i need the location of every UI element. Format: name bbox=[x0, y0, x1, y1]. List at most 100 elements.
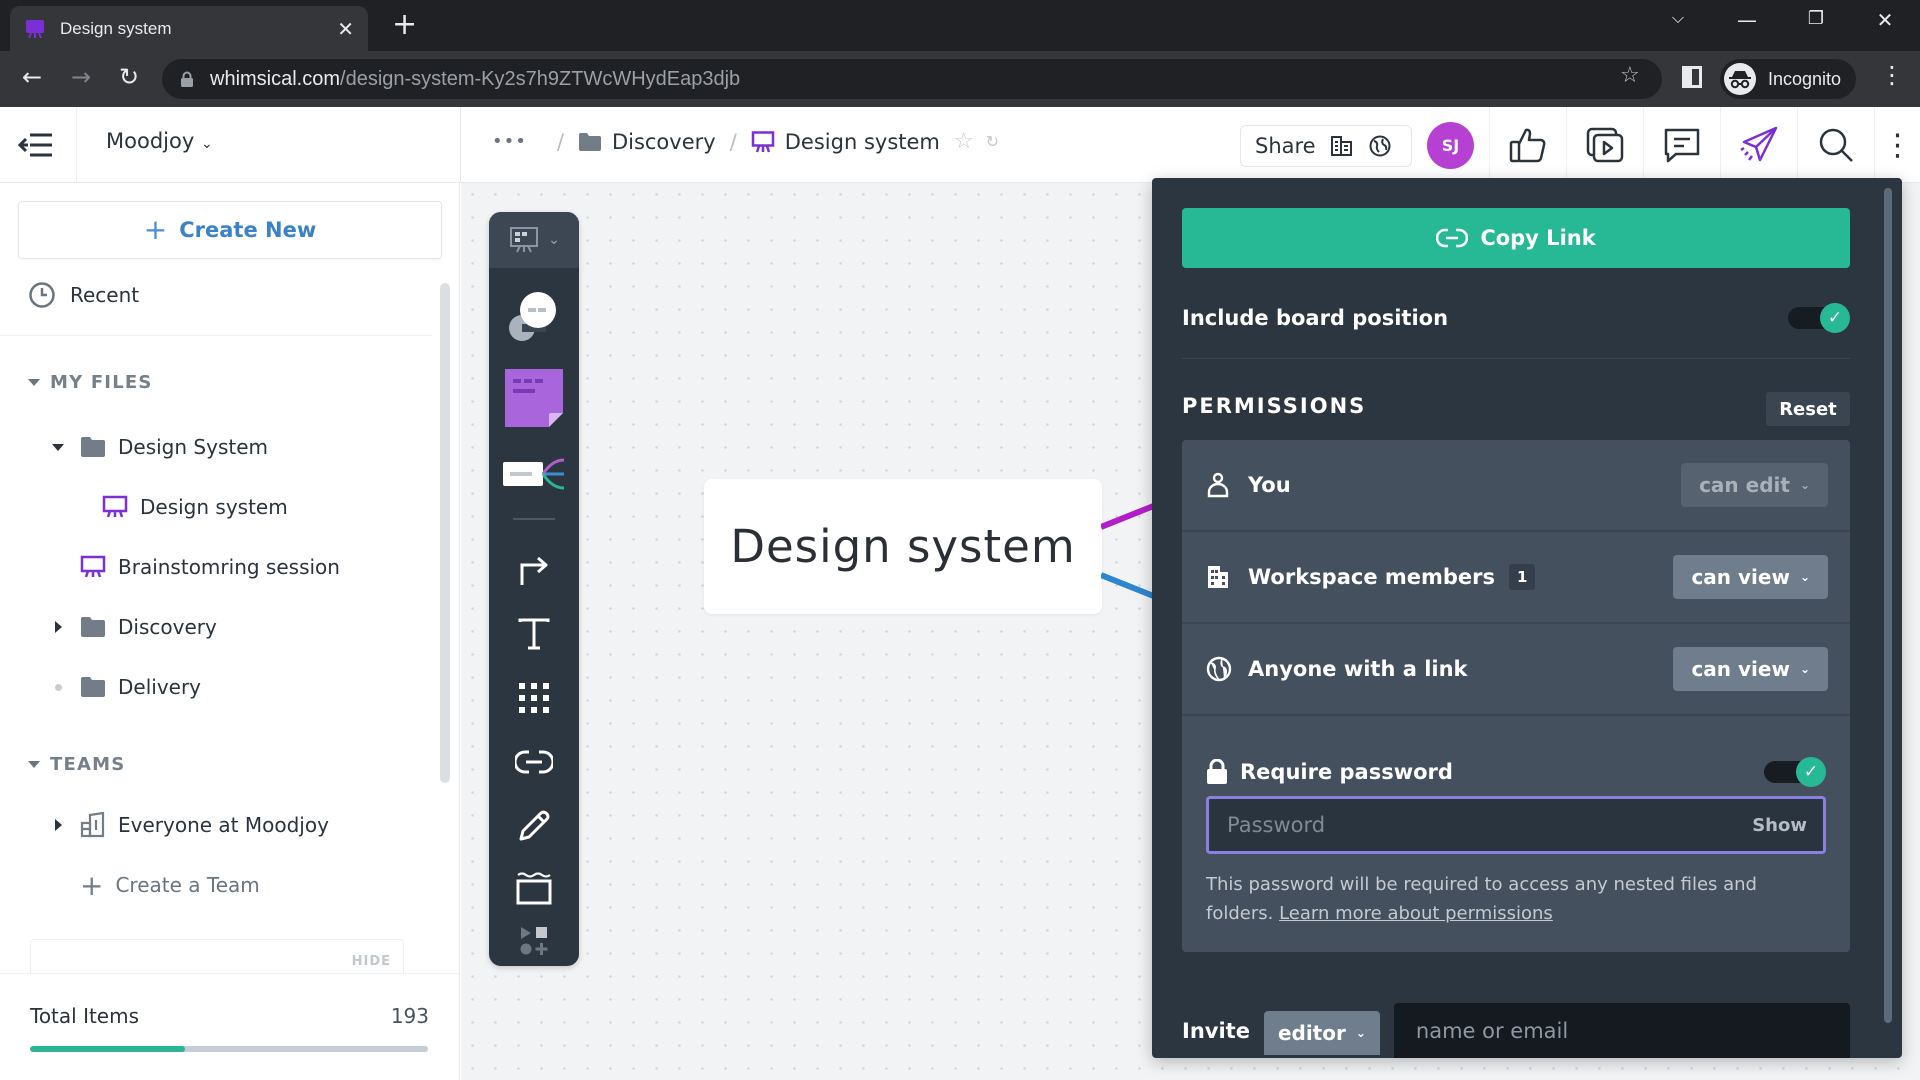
thumbs-up-icon bbox=[1509, 128, 1546, 163]
permissions-box: You can edit ⌄ Workspace members 1 can vi… bbox=[1182, 440, 1850, 952]
pencil-icon bbox=[519, 810, 550, 841]
reload-icon[interactable]: ↻ bbox=[112, 63, 146, 91]
require-password-toggle[interactable]: ✓ bbox=[1764, 757, 1826, 787]
comments-button[interactable] bbox=[1643, 107, 1720, 183]
header-divider bbox=[76, 107, 77, 183]
send-button[interactable] bbox=[1720, 107, 1797, 183]
side-panel-icon[interactable] bbox=[1682, 66, 1702, 88]
tab-search-chevron-icon[interactable]: ⌵ bbox=[1658, 8, 1698, 28]
tool-palette: ⌄ bbox=[489, 212, 579, 966]
share-button[interactable]: Share bbox=[1240, 125, 1412, 167]
tree-board-design-system[interactable]: Design system bbox=[92, 487, 288, 527]
tool-comment[interactable] bbox=[489, 280, 579, 356]
board-icon bbox=[510, 227, 539, 253]
create-new-label: Create New bbox=[179, 218, 317, 242]
grid-icon bbox=[519, 683, 549, 713]
password-help-text: This password will be required to access… bbox=[1206, 870, 1806, 928]
url-field[interactable]: whimsical.com/design-system-Ky2s7h9ZTWcW… bbox=[162, 59, 1662, 99]
folder-icon bbox=[578, 132, 601, 151]
breadcrumb: ••• / Discovery / Design system ☆ ↻ bbox=[492, 129, 999, 154]
hide-button[interactable]: HIDE bbox=[352, 954, 391, 969]
more-menu-button[interactable]: ⋮ bbox=[1874, 107, 1920, 183]
sidebar-scrollbar[interactable] bbox=[440, 283, 450, 783]
chevron-down-icon: ⌄ bbox=[1355, 1026, 1366, 1040]
search-button[interactable] bbox=[1797, 107, 1874, 183]
board-node-design-system[interactable]: Design system bbox=[704, 479, 1102, 614]
caret-down-icon[interactable] bbox=[46, 443, 70, 451]
breadcrumb-more[interactable]: ••• bbox=[492, 131, 527, 152]
tree-team-everyone[interactable]: Everyone at Moodjoy bbox=[46, 805, 329, 845]
like-button[interactable] bbox=[1489, 107, 1566, 183]
tool-grid[interactable] bbox=[489, 668, 579, 728]
tool-sticky-note[interactable] bbox=[489, 362, 579, 434]
tool-more-shapes[interactable] bbox=[489, 916, 579, 966]
learn-more-permissions-link[interactable]: Learn more about permissions bbox=[1279, 903, 1553, 924]
create-new-button[interactable]: + Create New bbox=[18, 201, 442, 259]
tree-folder-design-system[interactable]: Design System bbox=[46, 427, 268, 467]
avatar[interactable]: SJ bbox=[1427, 122, 1474, 169]
breadcrumb-current[interactable]: Design system bbox=[751, 130, 940, 154]
copy-link-button[interactable]: Copy Link bbox=[1182, 208, 1850, 268]
caret-right-icon[interactable] bbox=[46, 819, 70, 831]
breadcrumb-folder-label: Discovery bbox=[611, 129, 716, 154]
breadcrumb-folder[interactable]: Discovery bbox=[578, 130, 716, 154]
chevron-down-icon: ⌄ bbox=[1799, 478, 1810, 492]
forward-icon[interactable]: → bbox=[64, 63, 98, 91]
tool-frame[interactable] bbox=[489, 858, 579, 918]
recent-label: Recent bbox=[70, 283, 140, 307]
tree-item-label: Design system bbox=[140, 495, 288, 519]
browser-menu-icon[interactable]: ⋮ bbox=[1880, 61, 1904, 89]
tree-board-brainstorming-session[interactable]: Brainstomring session bbox=[46, 547, 340, 587]
board-switcher-button[interactable]: ⌄ bbox=[489, 212, 579, 268]
total-items-progress-bar bbox=[30, 1046, 428, 1052]
window-close-icon[interactable]: ✕ bbox=[1865, 8, 1905, 32]
favorite-star-icon[interactable]: ☆ bbox=[954, 129, 974, 154]
show-password-button[interactable]: Show bbox=[1752, 815, 1807, 836]
minimize-icon[interactable]: — bbox=[1727, 8, 1767, 32]
reset-permissions-button[interactable]: Reset bbox=[1766, 392, 1850, 426]
folder-icon bbox=[81, 437, 105, 457]
tree-folder-delivery[interactable]: Delivery bbox=[46, 667, 201, 707]
tree-item-label: Design System bbox=[118, 435, 268, 459]
share-panel-scrollbar[interactable] bbox=[1884, 188, 1892, 1023]
permission-select-anyone-with-link[interactable]: can view ⌄ bbox=[1673, 647, 1828, 691]
back-icon[interactable]: ← bbox=[15, 63, 49, 91]
permission-select-workspace-members[interactable]: can view ⌄ bbox=[1673, 555, 1828, 599]
total-items-progress-fill bbox=[30, 1046, 186, 1052]
tool-pen[interactable] bbox=[489, 796, 579, 856]
present-button[interactable] bbox=[1566, 107, 1643, 183]
sidebar-footer: Total Items 193 bbox=[0, 973, 459, 1080]
teams-section-header[interactable]: TEAMS bbox=[28, 754, 125, 775]
permission-value: can view bbox=[1691, 565, 1790, 589]
incognito-profile-button[interactable]: Incognito bbox=[1720, 59, 1856, 99]
workspace-switcher[interactable]: Moodjoy ⌄ bbox=[106, 129, 213, 153]
invite-role-select[interactable]: editor ⌄ bbox=[1263, 1011, 1380, 1055]
tool-mind-map[interactable] bbox=[489, 444, 579, 504]
tree-folder-discovery[interactable]: Discovery bbox=[46, 607, 217, 647]
sidebar: + Create New Recent MY FILES Design Syst… bbox=[0, 183, 460, 1080]
tree-item-label: Delivery bbox=[118, 675, 202, 699]
include-board-position-toggle[interactable]: ✓ bbox=[1788, 303, 1850, 333]
tool-connector[interactable] bbox=[489, 542, 579, 598]
more-vertical-icon: ⋮ bbox=[1882, 127, 1913, 163]
tool-text[interactable] bbox=[489, 604, 579, 664]
my-files-section-header[interactable]: MY FILES bbox=[28, 372, 153, 393]
bookmark-star-icon[interactable]: ☆ bbox=[1620, 63, 1640, 88]
link-icon bbox=[515, 750, 553, 774]
password-input[interactable] bbox=[1227, 813, 1753, 837]
collapse-sidebar-button[interactable] bbox=[16, 127, 56, 163]
sidebar-item-recent[interactable]: Recent bbox=[28, 281, 139, 309]
new-tab-icon[interactable]: + bbox=[392, 8, 417, 42]
caret-right-icon[interactable] bbox=[46, 621, 70, 633]
url-host: whimsical.com bbox=[210, 67, 341, 90]
tool-link[interactable] bbox=[489, 732, 579, 792]
restore-icon[interactable]: ❐ bbox=[1796, 8, 1836, 29]
toolbar-divider bbox=[513, 518, 555, 520]
browser-tab[interactable]: Design system ✕ bbox=[10, 6, 368, 51]
divider bbox=[1182, 358, 1850, 359]
create-team-button[interactable]: + Create a Team bbox=[80, 865, 260, 905]
invite-email-input[interactable] bbox=[1393, 1003, 1850, 1058]
tab-close-icon[interactable]: ✕ bbox=[337, 17, 354, 41]
mind-map-icon bbox=[503, 458, 565, 490]
member-count-badge: 1 bbox=[1509, 564, 1536, 590]
